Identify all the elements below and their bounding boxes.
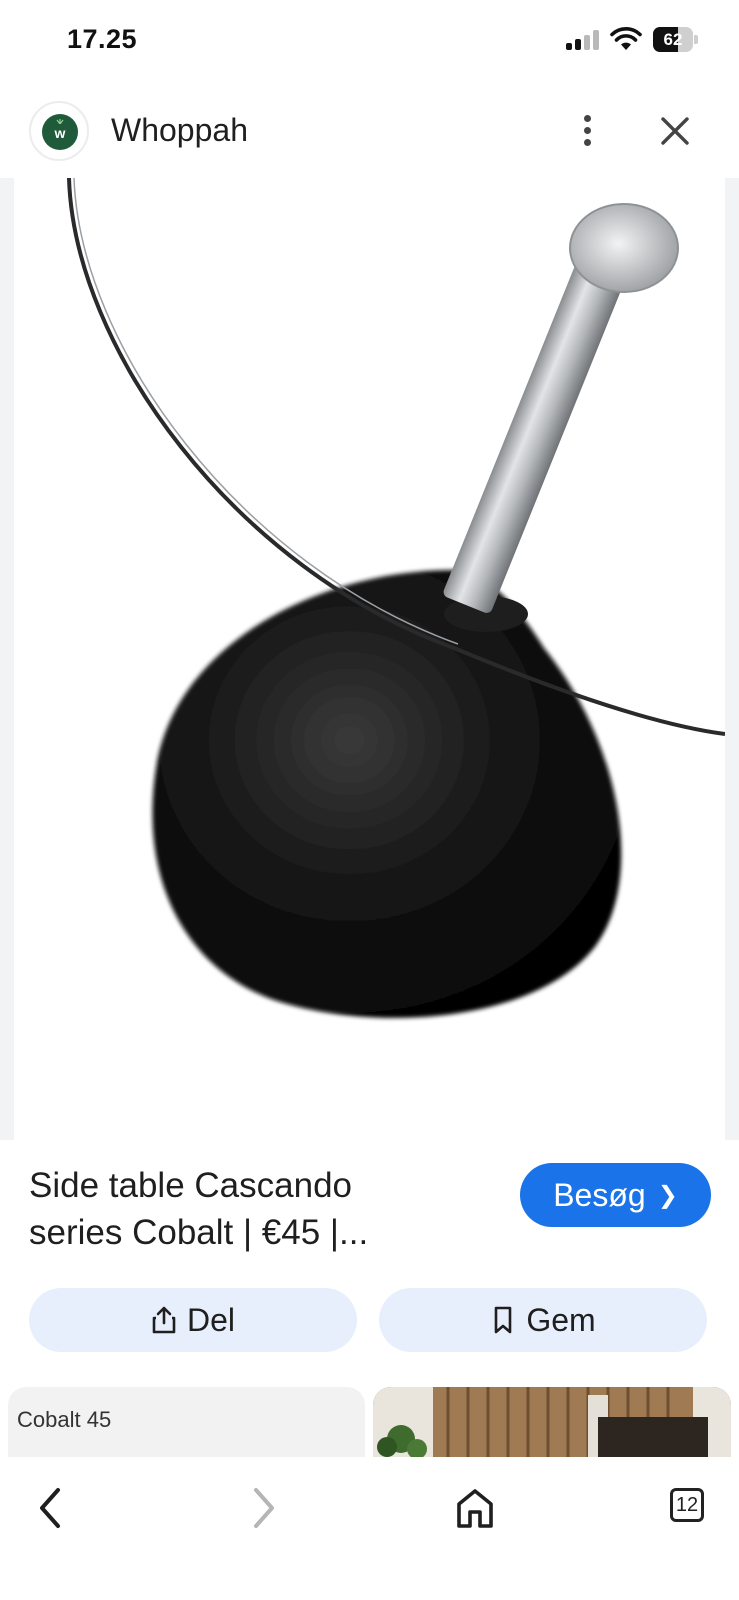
forward-icon[interactable] [232,1478,292,1538]
result-title[interactable]: Side table Cascando series Cobalt | €45 … [29,1162,489,1256]
site-favicon[interactable]: w [29,101,89,161]
battery-percent: 62 [663,30,683,49]
tabs-icon: 12 [670,1488,704,1522]
related-result-card[interactable]: Cobalt 45 [8,1387,365,1457]
share-button-label: Del [186,1302,235,1338]
more-vert-icon [584,115,591,122]
back-icon[interactable] [22,1478,82,1538]
whoppah-logo-icon: w [42,114,78,150]
result-title-line1: Side table Cascando [29,1166,352,1205]
tabs-button[interactable]: 12 [661,1478,721,1538]
related-room-photo [373,1387,731,1457]
home-icon[interactable] [445,1478,505,1538]
image-frame-left [0,178,14,1140]
favicon-letter: w [54,125,66,141]
site-name[interactable]: Whoppah [111,112,248,149]
share-button[interactable]: Del [29,1288,357,1352]
chevron-right-icon: ❯ [657,1182,678,1209]
site-header: w Whoppah [0,84,739,178]
status-bar: 17.25 62 [0,0,739,84]
product-image[interactable] [14,178,725,1140]
bottom-nav: 12 [0,1458,739,1600]
signal-icon [566,30,602,50]
visit-button[interactable]: Besøg ❯ [520,1163,711,1227]
image-frame-right [725,178,739,1140]
tab-count: 12 [675,1494,699,1516]
visit-button-label: Besøg [553,1177,646,1213]
result-title-line2: series Cobalt | €45 |... [29,1213,369,1252]
more-options-button[interactable] [566,106,610,154]
share-icon [152,1306,176,1334]
side-table-photo [14,178,725,1140]
save-button-label: Gem [526,1302,596,1338]
battery-icon: 62 [653,27,698,52]
related-card-label: Cobalt 45 [17,1407,112,1432]
close-icon[interactable] [652,106,698,154]
save-button[interactable]: Gem [379,1288,707,1352]
wifi-icon [610,27,642,50]
bookmark-icon [495,1306,512,1334]
status-time: 17.25 [67,24,138,54]
related-result-card-image[interactable] [373,1387,731,1457]
